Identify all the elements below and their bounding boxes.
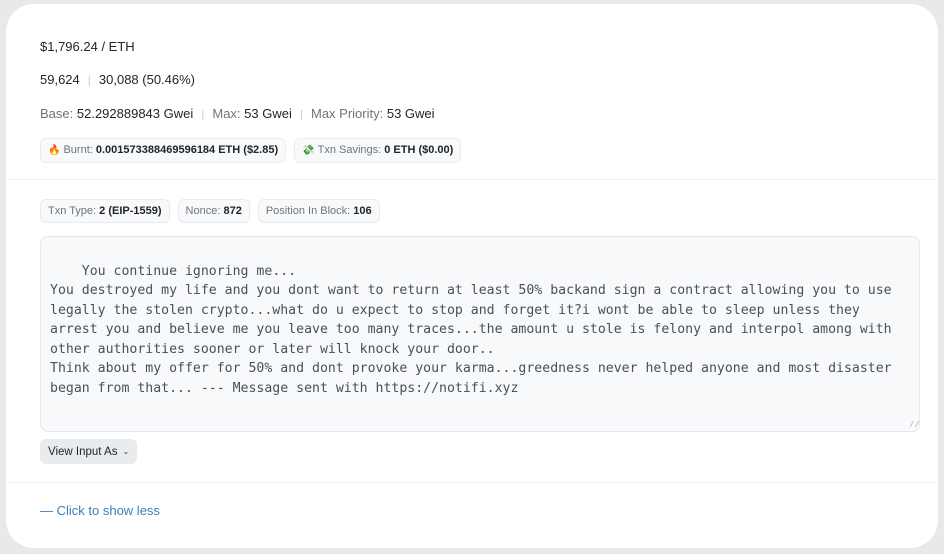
input-data-textarea[interactable]: You continue ignoring me... You destroye… — [40, 236, 920, 432]
position-value: 106 — [353, 205, 372, 217]
gas-usage: 59,624 | 30,088 (50.46%) — [40, 72, 195, 87]
txn-savings-badge: 💸 Txn Savings: 0 ETH ($0.00) — [294, 138, 462, 163]
chevron-down-icon: ⌄ — [122, 447, 130, 456]
input-data-text: You continue ignoring me... You destroye… — [50, 263, 892, 396]
position-in-block-badge: Position In Block: 106 — [257, 199, 380, 223]
separator: | — [201, 107, 205, 121]
tx-attribute-badges: Txn Type: 2 (EIP-1559) Nonce: 872 Positi… — [40, 199, 380, 223]
burnt-value: 0.001573388469596184 ETH ($2.85) — [95, 144, 279, 156]
transaction-details-card: $1,796.24 / ETH 59,624 | 30,088 (50.46%) B… — [6, 4, 938, 548]
burnt-fees-badge: 🔥 Burnt: 0.001573388469596184 ETH ($2.85) — [40, 138, 287, 163]
gas-fees: Base: 52.292889843 Gwei | Max: 53 Gwei | Max… — [40, 106, 435, 121]
money-wings-icon: 💸 — [302, 145, 315, 156]
savings-label: Txn Savings: — [317, 144, 382, 156]
max-priority-label: Max Priority: — [311, 106, 384, 121]
eth-price: $1,796.24 / ETH — [40, 39, 135, 54]
view-input-as-dropdown[interactable]: View Input As ⌄ — [40, 439, 138, 464]
resize-handle-icon[interactable]: ⁄⁄ — [909, 421, 919, 430]
burnt-label: Burnt: — [63, 144, 93, 156]
burn-badges: 🔥 Burnt: 0.001573388469596184 ETH ($2.85)… — [40, 138, 462, 163]
gas-used: 30,088 (50.46%) — [98, 72, 196, 87]
eth-price-value: $1,796.24 / ETH — [40, 39, 135, 54]
txn-type-badge: Txn Type: 2 (EIP-1559) — [40, 199, 170, 223]
section-divider — [6, 179, 938, 180]
position-label: Position In Block: — [265, 205, 351, 217]
separator: | — [299, 107, 303, 121]
max-fee-label: Max: — [212, 106, 241, 121]
max-priority-value: 53 Gwei — [386, 106, 435, 121]
fire-icon: 🔥 — [48, 145, 61, 156]
nonce-value: 872 — [223, 205, 242, 217]
gas-limit: 59,624 — [40, 72, 80, 87]
max-fee-value: 53 Gwei — [244, 106, 292, 121]
separator: | — [87, 73, 91, 87]
section-divider — [6, 482, 938, 483]
savings-value: 0 ETH ($0.00) — [384, 144, 454, 156]
nonce-badge: Nonce: 872 — [177, 199, 250, 223]
base-fee-label: Base: — [40, 106, 74, 121]
base-fee-value: 52.292889843 Gwei — [76, 106, 194, 121]
show-less-link[interactable]: — Click to show less — [40, 503, 160, 518]
view-input-as-label: View Input As — [48, 445, 118, 458]
nonce-label: Nonce: — [185, 205, 221, 217]
txn-type-label: Txn Type: — [48, 205, 97, 217]
txn-type-value: 2 (EIP-1559) — [99, 205, 162, 217]
